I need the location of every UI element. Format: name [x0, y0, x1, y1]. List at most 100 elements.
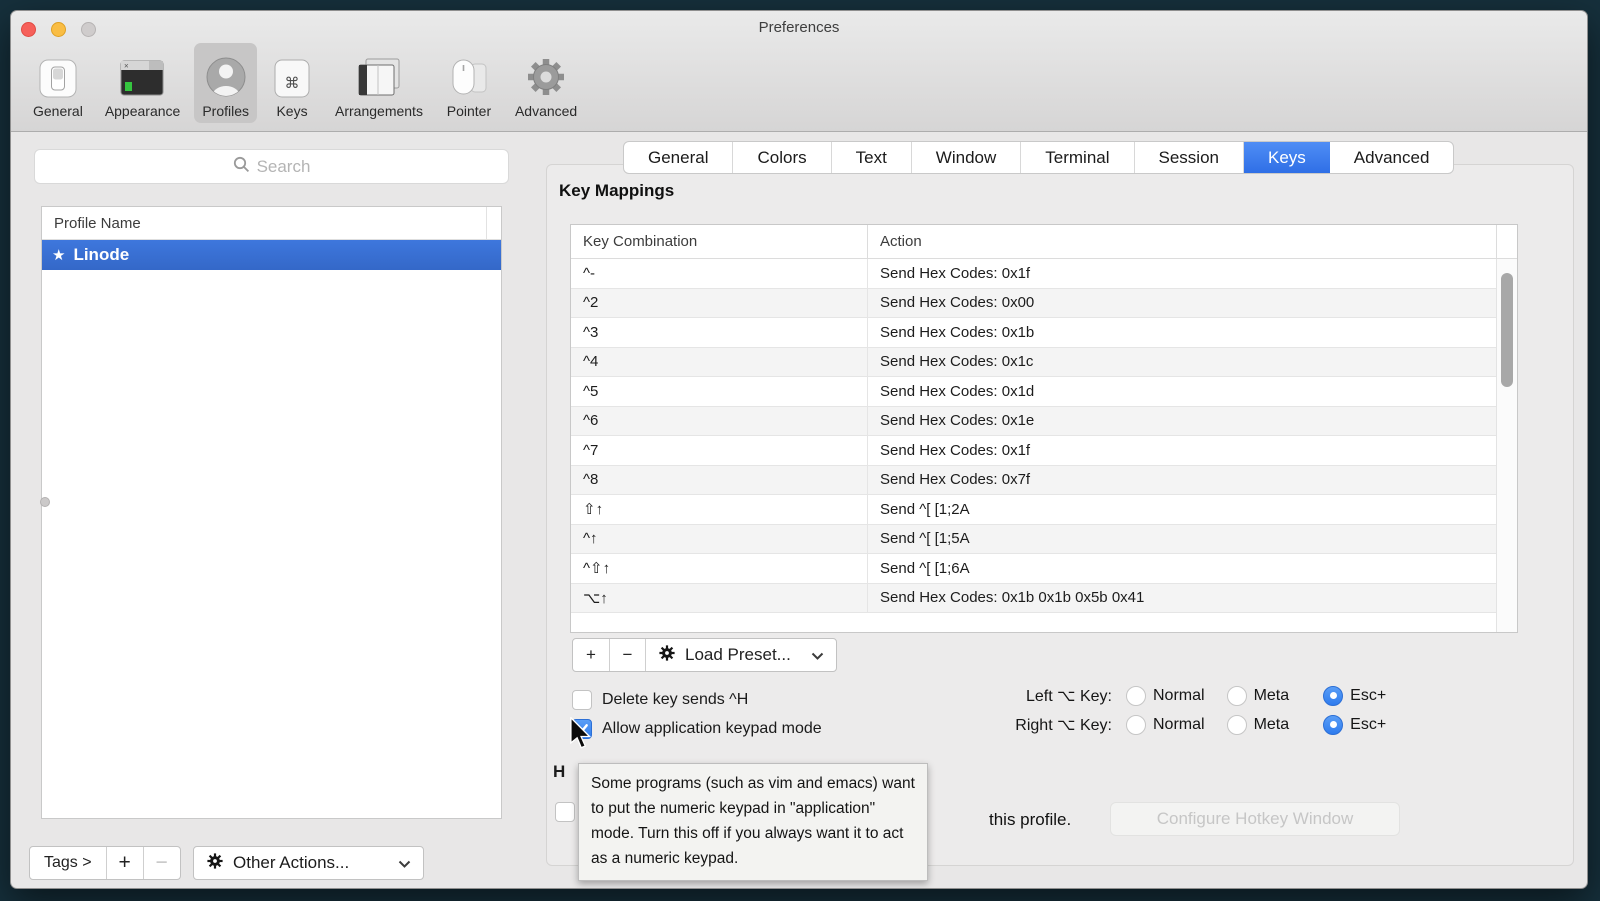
- preferences-window: Preferences General×AppearanceProfiles⌘K…: [10, 10, 1588, 889]
- load-preset-dropdown[interactable]: Load Preset...: [646, 639, 836, 671]
- left-option-key-radio-normal[interactable]: [1126, 686, 1146, 706]
- left-option-key-option-label: Normal: [1153, 687, 1205, 705]
- tab-colors[interactable]: Colors: [733, 142, 831, 173]
- search-icon: [233, 156, 250, 178]
- toolbar-item-arrangements[interactable]: Arrangements: [327, 43, 431, 123]
- left-option-key-label: Left ⌥ Key:: [952, 686, 1112, 706]
- key-mapping-row[interactable]: ^3Send Hex Codes: 0x1b: [571, 318, 1496, 348]
- advanced-icon: [523, 48, 569, 100]
- profile-row-linode[interactable]: ★Linode: [42, 240, 501, 270]
- action-cell: Send Hex Codes: 0x1c: [868, 348, 1496, 377]
- profile-list-column-header[interactable]: Profile Name: [42, 207, 501, 240]
- right-option-key-radio-esc-[interactable]: [1323, 715, 1343, 735]
- key-combination-cell: ^6: [571, 407, 868, 436]
- tags-button[interactable]: Tags >: [30, 847, 107, 879]
- profile-settings-pane: Key Mappings Key Combination Action ^-Se…: [546, 164, 1574, 866]
- key-mapping-row[interactable]: ^⇧↑Send ^[ [1;6A: [571, 554, 1496, 584]
- cursor-pointer: [569, 717, 595, 756]
- search-input[interactable]: Search: [34, 149, 509, 184]
- action-cell: Send Hex Codes: 0x1b 0x1b 0x5b 0x41: [868, 584, 1496, 613]
- load-preset-label: Load Preset...: [685, 645, 802, 665]
- right-option-key-radio-meta[interactable]: [1227, 715, 1247, 735]
- toolbar-item-advanced[interactable]: Advanced: [507, 43, 585, 123]
- remove-profile-button[interactable]: −: [144, 847, 180, 879]
- hotkey-checkbox[interactable]: [555, 802, 575, 822]
- left-option-key-radio-meta[interactable]: [1227, 686, 1247, 706]
- key-combination-cell: ^8: [571, 466, 868, 495]
- delete-key-sends-row: Delete key sends ^H: [572, 690, 748, 710]
- key-mapping-row[interactable]: ^6Send Hex Codes: 0x1e: [571, 407, 1496, 437]
- add-profile-button[interactable]: +: [107, 847, 144, 879]
- option-key-settings: Left ⌥ Key:NormalMetaEsc+Right ⌥ Key:Nor…: [952, 681, 1386, 739]
- key-mapping-row[interactable]: ^↑Send ^[ [1;5A: [571, 525, 1496, 555]
- key-mapping-row[interactable]: ^2Send Hex Codes: 0x00: [571, 289, 1496, 319]
- profile-buttons-group: Tags > + −: [29, 846, 181, 880]
- key-combination-cell: ⌥↑: [571, 584, 868, 613]
- other-actions-dropdown[interactable]: Other Actions...: [193, 846, 424, 880]
- toolbar-item-profiles[interactable]: Profiles: [194, 43, 257, 123]
- table-scrollbar-thumb[interactable]: [1501, 273, 1513, 387]
- action-cell: Send Hex Codes: 0x1e: [868, 407, 1496, 436]
- column-header-key-combination[interactable]: Key Combination: [571, 225, 868, 258]
- key-mapping-row[interactable]: ^-Send Hex Codes: 0x1f: [571, 259, 1496, 289]
- window-title: Preferences: [11, 19, 1587, 36]
- action-cell: Send Hex Codes: 0x1f: [868, 259, 1496, 288]
- tab-terminal[interactable]: Terminal: [1021, 142, 1134, 173]
- key-combination-cell: ^2: [571, 289, 868, 318]
- key-mapping-row[interactable]: ⇧↑Send ^[ [1;2A: [571, 495, 1496, 525]
- column-header-spacer: [1496, 225, 1517, 258]
- toolbar-item-label: Advanced: [515, 103, 577, 119]
- remove-key-mapping-button[interactable]: −: [610, 639, 646, 671]
- key-combination-cell: ^-: [571, 259, 868, 288]
- tab-text[interactable]: Text: [832, 142, 912, 173]
- key-mapping-buttons: + − Load Preset...: [572, 638, 837, 672]
- delete-key-sends-checkbox[interactable]: [572, 690, 592, 710]
- keypad-mode-label: Allow application keypad mode: [602, 720, 822, 738]
- column-header-action[interactable]: Action: [868, 225, 1496, 258]
- key-mappings-title: Key Mappings: [559, 181, 674, 201]
- gear-icon: [658, 644, 676, 667]
- toolbar-item-appearance[interactable]: ×Appearance: [97, 43, 189, 123]
- key-mapping-row[interactable]: ^5Send Hex Codes: 0x1d: [571, 377, 1496, 407]
- key-mapping-row[interactable]: ^7Send Hex Codes: 0x1f: [571, 436, 1496, 466]
- toolbar: General×AppearanceProfiles⌘Keys Arrangeme…: [25, 43, 585, 123]
- tab-keys[interactable]: Keys: [1244, 142, 1330, 173]
- tab-window[interactable]: Window: [912, 142, 1021, 173]
- right-option-key-option-label: Esc+: [1350, 716, 1386, 734]
- key-mapping-row[interactable]: ^8Send Hex Codes: 0x7f: [571, 466, 1496, 496]
- pointer-icon: [445, 48, 493, 100]
- right-option-key-option-label: Normal: [1153, 716, 1205, 734]
- key-combination-cell: ^↑: [571, 525, 868, 554]
- right-option-key-radio-normal[interactable]: [1126, 715, 1146, 735]
- left-option-key-row: Left ⌥ Key:NormalMetaEsc+: [952, 681, 1386, 710]
- toolbar-item-pointer[interactable]: Pointer: [437, 43, 501, 123]
- general-icon: [37, 48, 79, 100]
- configure-hotkey-window-button[interactable]: Configure Hotkey Window: [1110, 802, 1400, 836]
- profile-list: Profile Name ★Linode: [41, 206, 502, 819]
- toolbar-item-label: Arrangements: [335, 103, 423, 119]
- profile-list-toolbar: Tags > + − Other Actions...: [29, 846, 181, 880]
- splitter-handle[interactable]: [40, 497, 50, 507]
- left-option-key-radio-esc-[interactable]: [1323, 686, 1343, 706]
- toolbar-item-label: Pointer: [447, 103, 491, 119]
- search-placeholder: Search: [257, 157, 311, 177]
- tab-general[interactable]: General: [624, 142, 733, 173]
- action-cell: Send Hex Codes: 0x00: [868, 289, 1496, 318]
- add-key-mapping-button[interactable]: +: [573, 639, 610, 671]
- gear-icon: [206, 852, 224, 875]
- key-combination-cell: ^⇧↑: [571, 554, 868, 583]
- action-cell: Send Hex Codes: 0x7f: [868, 466, 1496, 495]
- hotkey-text-partial: this profile.: [989, 810, 1071, 830]
- key-mapping-row[interactable]: ^4Send Hex Codes: 0x1c: [571, 348, 1496, 378]
- toolbar-item-keys[interactable]: ⌘Keys: [263, 43, 321, 123]
- table-scrollbar[interactable]: [1496, 259, 1517, 632]
- left-option-key-option-label: Meta: [1254, 687, 1290, 705]
- tab-session[interactable]: Session: [1135, 142, 1244, 173]
- action-cell: Send ^[ [1;2A: [868, 495, 1496, 524]
- key-combination-cell: ⇧↑: [571, 495, 868, 524]
- key-combination-cell: ^4: [571, 348, 868, 377]
- key-mapping-row[interactable]: ⌥↑Send Hex Codes: 0x1b 0x1b 0x5b 0x41: [571, 584, 1496, 614]
- toolbar-item-general[interactable]: General: [25, 43, 91, 123]
- tab-advanced[interactable]: Advanced: [1330, 142, 1454, 173]
- keypad-mode-row: Allow application keypad mode: [572, 719, 822, 739]
